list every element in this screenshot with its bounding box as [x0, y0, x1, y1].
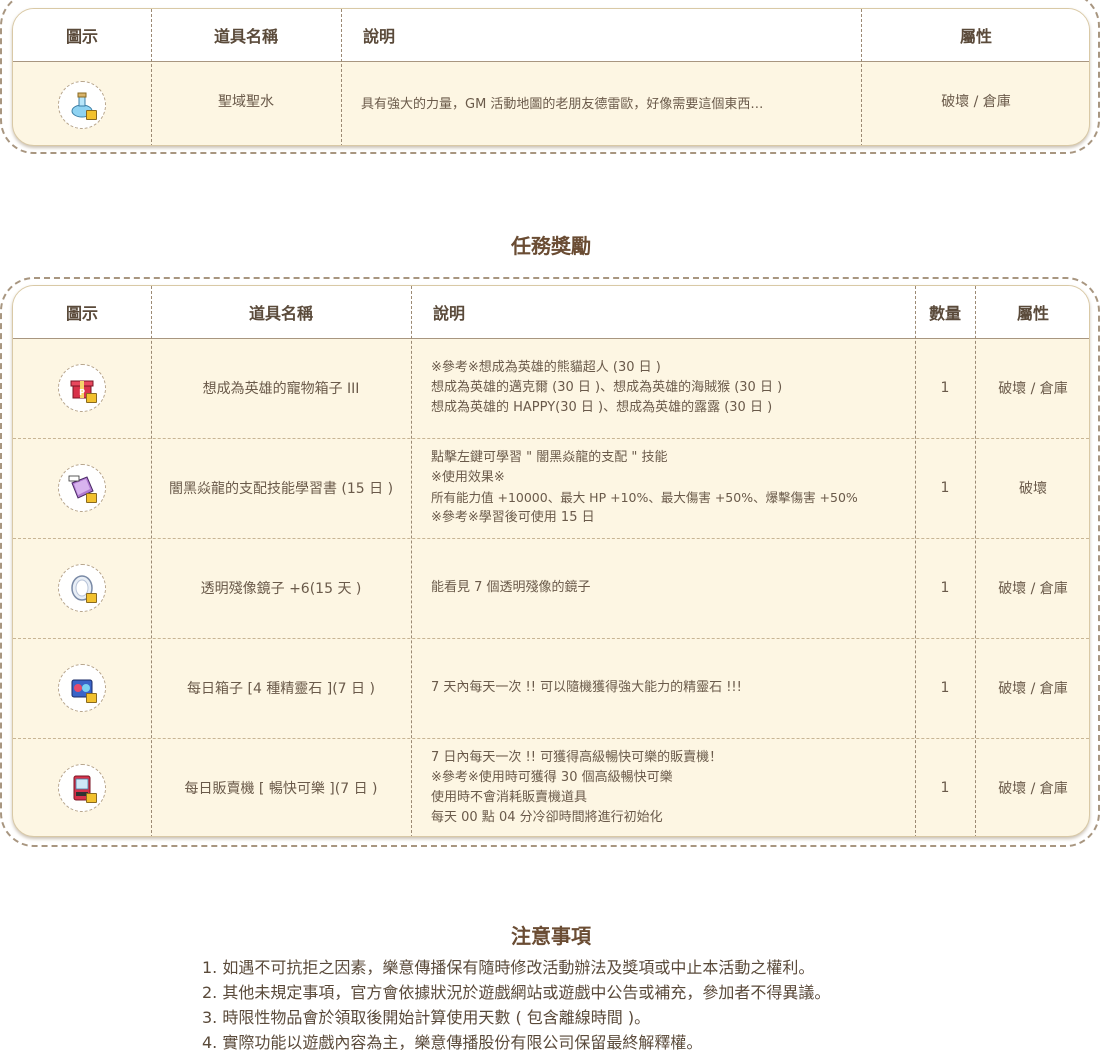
item-name: 想成為英雄的寵物箱子 III — [202, 381, 360, 397]
item-description: ※參考※想成為英雄的熊貓超人 (30 日 ) 想成為英雄的邁克爾 (30 日 )… — [411, 338, 915, 438]
notes-list: 1. 如遇不可抗拒之因素，樂意傳播保有隨時修改活動辦法及獎項或中止本活動之權利。… — [202, 955, 1002, 1055]
item-name: 聖域聖水 — [218, 94, 274, 110]
item-quantity: 1 — [940, 480, 950, 496]
description-line: 每天 00 點 04 分冷卻時間將進行初始化 — [431, 810, 663, 825]
holy-water-icon — [58, 80, 106, 129]
description-line: 使用時不會消耗販賣機道具 — [431, 790, 588, 805]
description-line: 想成為英雄的 HAPPY(30 日 )、想成為英雄的露露 (30 日 ) — [431, 400, 773, 415]
item-description: 7 天內每天一次 !! 可以隨機獲得強大能力的精靈石 !!! — [411, 638, 915, 738]
item-name: 透明殘像鏡子 +6(15 天 ) — [200, 581, 362, 597]
item-name: 每日箱子 [4 種精靈石 ](7 日 ) — [187, 681, 375, 697]
description-line: 所有能力值 +10000、最大 HP +10%、最大傷害 +50%、爆擊傷害 +… — [431, 490, 858, 505]
description-line: ※參考※學習後可使用 15 日 — [431, 510, 595, 525]
item-attribute: 破壞 / 倉庫 — [998, 781, 1068, 797]
note-item: 3. 時限性物品會於領取後開始計算使用天數 ( 包含離線時間 )。 — [202, 1008, 651, 1027]
item-attribute: 破壞 / 倉庫 — [998, 381, 1068, 397]
pet-gift-box-icon: P — [58, 364, 106, 412]
lock-icon — [86, 793, 97, 803]
rewards-section-title: 任務獎勵 — [511, 234, 591, 258]
item-attribute: 破壞 / 倉庫 — [998, 681, 1068, 697]
item-quantity: 1 — [940, 680, 950, 696]
item-quantity: 1 — [940, 380, 950, 396]
svg-text:P: P — [79, 388, 85, 397]
item-icon-cell — [13, 438, 151, 538]
item-description: 點擊左鍵可學習 " 闇黑焱龍的支配 " 技能 ※使用效果※ 所有能力值 +100… — [411, 438, 915, 538]
lock-icon — [86, 693, 97, 703]
header-icon: 圖示 — [65, 27, 98, 46]
description-line: 想成為英雄的邁克爾 (30 日 )、想成為英雄的海賊猴 (30 日 ) — [431, 380, 783, 395]
description-line: 7 日內每天一次 !! 可獲得高級暢快可樂的販賣機！ — [431, 750, 723, 765]
item-icon-cell — [13, 638, 151, 738]
notes-section-title: 注意事項 — [511, 924, 591, 948]
item-quantity: 1 — [940, 780, 950, 796]
description-line: 點擊左鍵可學習 " 闇黑焱龍的支配 " 技能 — [431, 450, 668, 465]
item-attribute: 破壞 / 倉庫 — [998, 581, 1068, 597]
note-item: 1. 如遇不可抗拒之因素，樂意傳播保有隨時修改活動辦法及獎項或中止本活動之權利。 — [202, 958, 815, 977]
item-name: 每日販賣機 [ 暢快可樂 ](7 日 ) — [184, 781, 378, 797]
description-line: ※參考※使用時可獲得 30 個高級暢快可樂 — [431, 770, 673, 785]
item-description: 能看見 7 個透明殘像的鏡子 — [411, 538, 915, 638]
header-quantity: 數量 — [928, 304, 961, 323]
lock-icon — [86, 393, 97, 403]
description-line: ※使用效果※ — [431, 470, 505, 485]
item-table-header: 圖示 道具名稱 說明 屬性 — [13, 9, 1089, 62]
item-attribute: 破壞 / 倉庫 — [941, 94, 1011, 110]
skill-book-icon — [58, 464, 106, 512]
lock-icon — [86, 109, 97, 120]
item-table: 圖示 道具名稱 說明 屬性 聖域聖水 具有強大的力量，GM 活動地圖的老朋友德雷… — [12, 8, 1090, 146]
item-attribute: 破壞 — [1019, 481, 1047, 497]
note-item: 2. 其他未規定事項，官方會依據狀況於遊戲網站或遊戲中公告或補充，參加者不得異議… — [202, 983, 831, 1002]
spirit-stone-box-icon — [58, 664, 106, 712]
item-icon-cell — [13, 62, 151, 145]
lock-icon — [86, 493, 97, 503]
header-attribute: 屬性 — [1016, 304, 1049, 323]
vending-machine-icon — [58, 764, 106, 812]
header-item-name: 道具名稱 — [248, 304, 313, 323]
item-description: 具有強大的力量，GM 活動地圖的老朋友德雷歐，好像需要這個東西… — [361, 96, 764, 112]
header-attribute: 屬性 — [959, 27, 992, 46]
item-icon-cell: P — [13, 338, 151, 438]
lock-icon — [86, 593, 97, 603]
header-item-name: 道具名稱 — [213, 27, 278, 46]
header-description: 說明 — [363, 27, 396, 46]
item-icon-cell — [13, 738, 151, 836]
description-line: 7 天內每天一次 !! 可以隨機獲得強大能力的精靈石 !!! — [431, 680, 742, 695]
header-icon: 圖示 — [65, 304, 98, 323]
item-quantity: 1 — [940, 580, 950, 596]
mirror-icon — [58, 564, 106, 612]
description-line: ※參考※想成為英雄的熊貓超人 (30 日 ) — [431, 360, 661, 375]
rewards-table-header: 圖示 道具名稱 說明 數量 屬性 — [13, 286, 1089, 339]
header-description: 說明 — [433, 304, 466, 323]
item-icon-cell — [13, 538, 151, 638]
item-name: 闇黑焱龍的支配技能學習書 (15 日 ) — [168, 481, 394, 497]
rewards-table: 圖示 道具名稱 說明 數量 屬性 P 想成為英雄的寵物箱子 III ※參考※想成… — [12, 285, 1090, 837]
description-line: 能看見 7 個透明殘像的鏡子 — [431, 580, 591, 595]
item-description: 7 日內每天一次 !! 可獲得高級暢快可樂的販賣機！ ※參考※使用時可獲得 30… — [411, 738, 915, 836]
note-item: 4. 實際功能以遊戲內容為主，樂意傳播股份有限公司保留最終解釋權。 — [202, 1033, 703, 1052]
